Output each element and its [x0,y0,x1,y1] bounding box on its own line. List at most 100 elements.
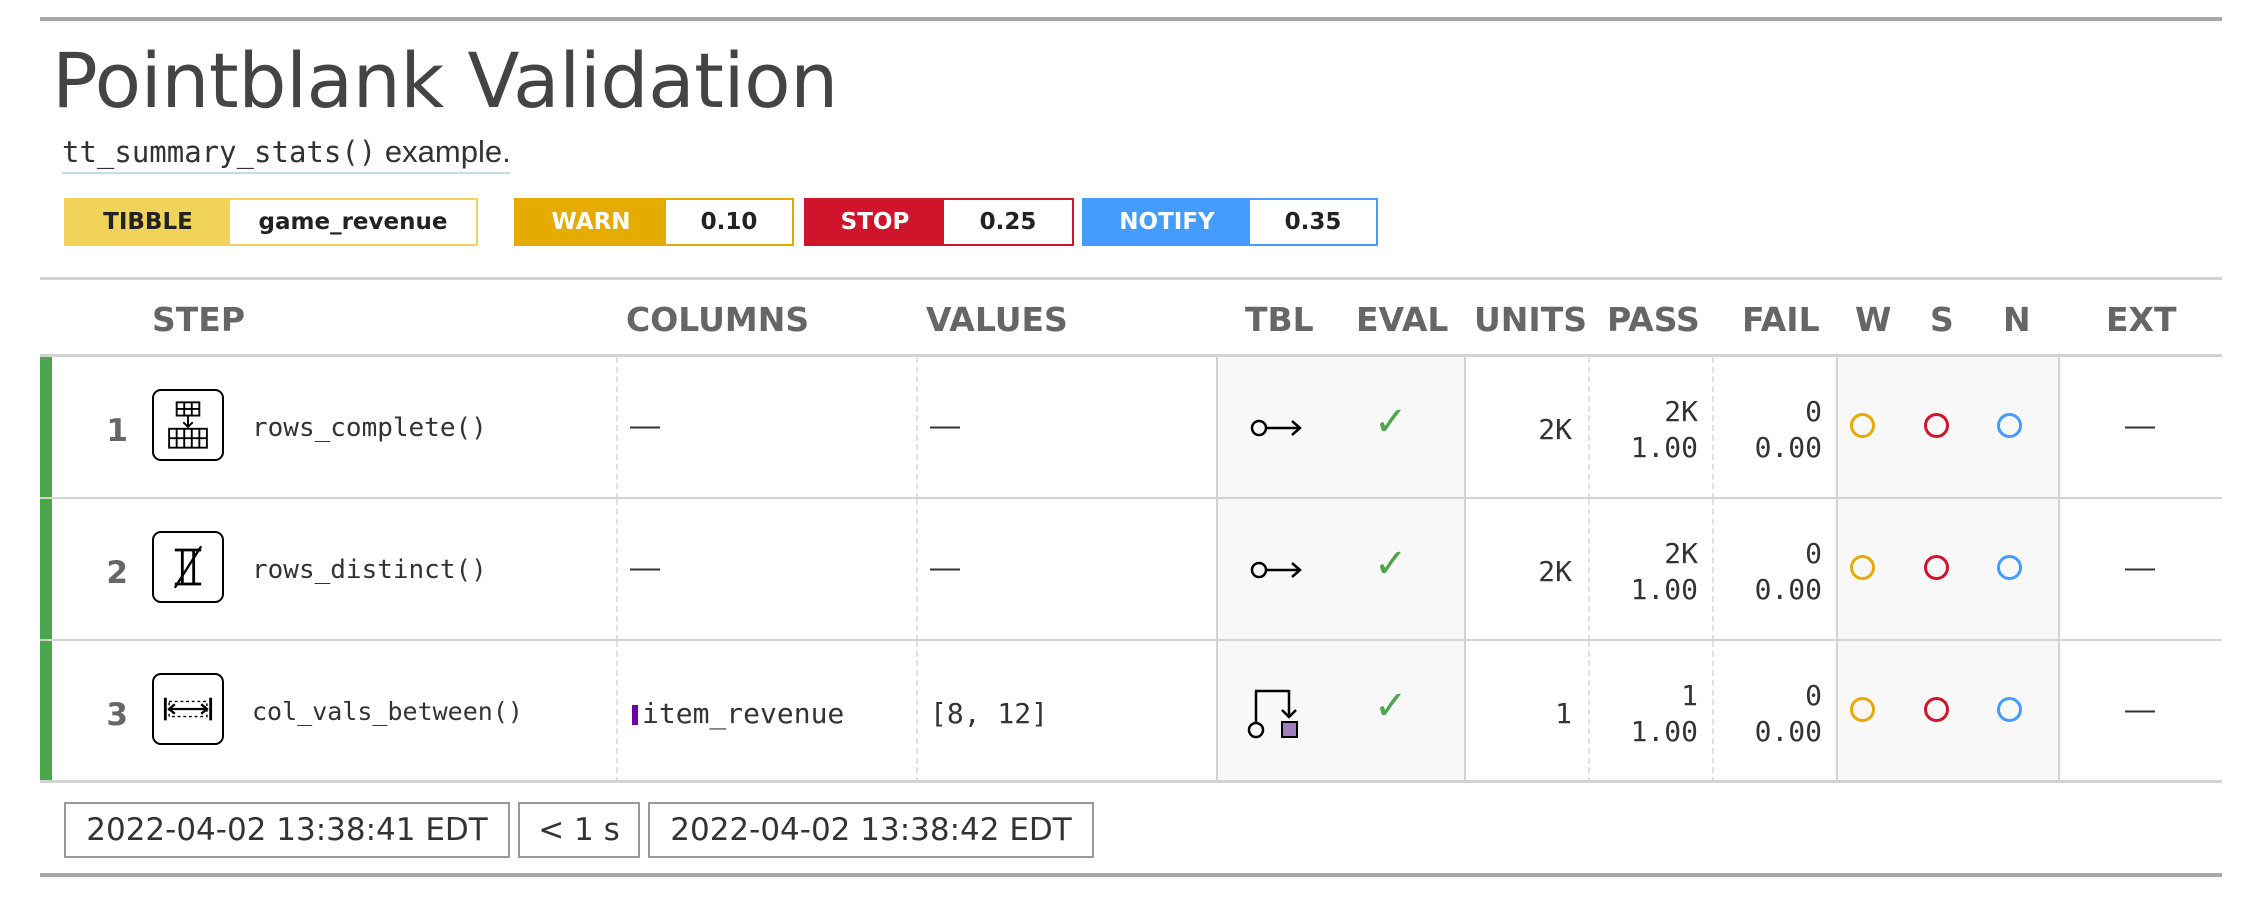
col-header-w: W [1855,300,1892,339]
columns-value: — [630,409,660,442]
start-time-box: 2022-04-02 13:38:41 EDT [64,802,510,858]
cell-divider [1464,641,1466,783]
pass-status-bar [40,499,52,641]
col-vals-between-icon [152,673,224,745]
pass-status-bar [40,641,52,783]
cell-divider [2058,357,2060,499]
col-header-fail: FAIL [1742,300,1820,339]
cell-divider [1464,499,1466,641]
eval-check-icon: ✓ [1374,399,1408,445]
cell-divider [2058,641,2060,783]
warn-indicator-icon [1850,555,1875,580]
cell-divider [616,499,918,641]
ext-value: — [2125,693,2155,726]
cell-divider [916,499,918,641]
values-value: — [930,409,960,442]
report-title: Pointblank Validation [52,36,838,125]
units-value: 1 [1555,697,1572,730]
columns-value: item_revenue [642,697,845,730]
pass-count: 1 [1681,679,1698,712]
units-value: 2K [1538,555,1572,588]
notify-indicator-icon [1997,413,2022,438]
pass-fraction: 1.00 [1630,573,1698,606]
pass-fraction: 1.00 [1630,431,1698,464]
fail-count: 0 [1805,537,1822,570]
warn-badge-label: WARN [516,200,666,244]
col-header-n: N [2003,300,2031,339]
pass-count: 2K [1664,537,1698,570]
pass-count: 2K [1664,395,1698,428]
column-type-marker [632,705,638,725]
top-rule [40,17,2222,21]
col-header-pass: PASS [1607,300,1700,339]
cell-divider [1588,641,1590,783]
notify-badge-label: NOTIFY [1084,200,1250,244]
ext-value: — [2125,409,2155,442]
pass-status-bar [40,357,52,499]
step-function: rows_distinct() [252,555,487,585]
step-number: 2 [106,555,128,591]
cell-divider [1712,499,1714,641]
cell-divider [1712,357,1714,499]
table-badge: TIBBLE game_revenue [64,198,478,246]
warn-badge: WARN 0.10 [514,198,794,246]
col-header-columns: COLUMNS [626,300,810,339]
step-number: 3 [106,697,128,733]
table-row: 2 rows_distinct() — — ✓ 2K 2K 1.00 0 0.0… [40,499,2222,641]
table-badge-label: TIBBLE [66,200,230,244]
rows-complete-icon [152,389,224,461]
notify-badge-value: 0.35 [1250,200,1376,244]
table-row: 1 rows_complete() — — ✓ 2K 2K 1.00 0 0.0… [40,357,2222,499]
header-rule-top [40,277,2222,280]
row-divider [40,780,2222,783]
warn-indicator-icon [1850,413,1875,438]
col-header-step: STEP [152,300,246,339]
col-header-s: S [1930,300,1954,339]
notify-indicator-icon [1997,697,2022,722]
fail-fraction: 0.00 [1754,715,1822,748]
stop-badge-value: 0.25 [944,200,1072,244]
notify-badge: NOTIFY 0.35 [1082,198,1378,246]
stop-indicator-icon [1924,555,1949,580]
stop-indicator-icon [1924,413,1949,438]
no-precondition-icon [1250,419,1302,437]
col-header-tbl: TBL [1245,300,1314,339]
step-function: col_vals_between() [252,697,523,726]
bottom-rule [40,873,2222,877]
rows-complete-glyph [168,401,208,449]
end-time-box: 2022-04-02 13:38:42 EDT [648,802,1094,858]
fail-count: 0 [1805,395,1822,428]
ext-value: — [2125,551,2155,584]
units-value: 2K [1538,413,1572,446]
rows-distinct-glyph [173,545,203,589]
cell-divider [2058,499,2060,641]
col-vals-between-glyph [163,697,213,721]
stop-badge-label: STOP [806,200,944,244]
rows-distinct-icon [152,531,224,603]
step-function: rows_complete() [252,413,487,443]
columns-value: — [630,551,660,584]
col-header-units: UNITS [1474,300,1587,339]
fail-count: 0 [1805,679,1822,712]
cell-divider [1712,641,1714,783]
cell-divider [916,641,918,783]
subtitle-text: example. [376,134,511,169]
warn-indicator-icon [1850,697,1875,722]
col-header-eval: EVAL [1356,300,1449,339]
eval-check-icon: ✓ [1374,541,1408,587]
col-header-values: VALUES [926,300,1068,339]
cell-divider [1588,499,1590,641]
notify-indicator-icon [1997,555,2022,580]
pass-fraction: 1.00 [1630,715,1698,748]
step-number: 1 [106,413,128,449]
stop-indicator-icon [1924,697,1949,722]
cell-divider [616,357,918,499]
report-subtitle: tt_summary_stats() example. [62,134,511,174]
cell-divider [1464,357,1466,499]
eval-check-icon: ✓ [1374,683,1408,729]
fail-fraction: 0.00 [1754,431,1822,464]
col-header-ext: EXT [2106,300,2177,339]
cell-divider [916,357,918,499]
values-value: — [930,551,960,584]
table-badge-value: game_revenue [230,200,476,244]
